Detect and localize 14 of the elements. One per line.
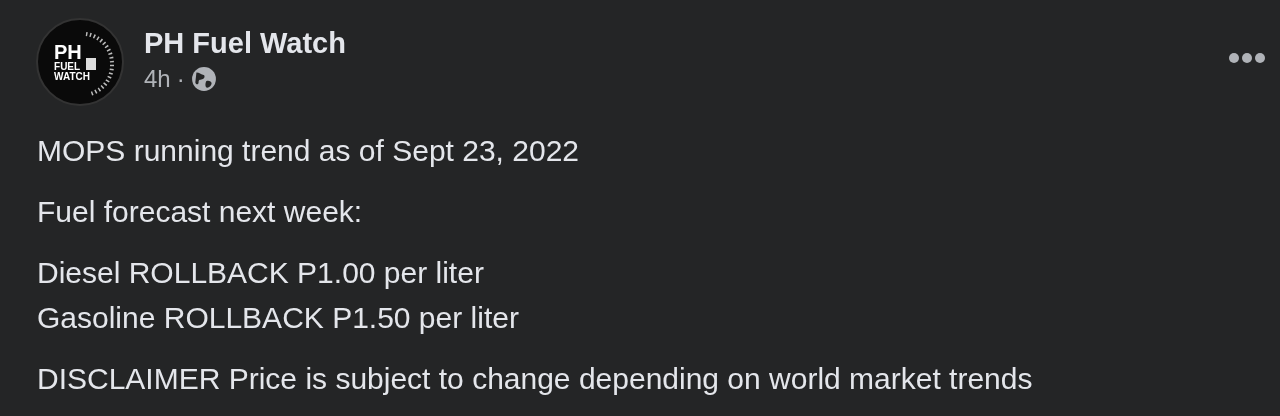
post-text: Diesel ROLLBACK P1.00 per liter [37, 255, 485, 291]
post-text: Gasoline ROLLBACK P1.50 per liter [37, 300, 520, 336]
logo-text: PH [54, 42, 82, 62]
post-text: DISCLAIMER Price is subject to change depending on world market trends [37, 361, 1034, 397]
post-text: MOPS running trend as of Sept 23, 2022 [37, 133, 580, 169]
post-time[interactable]: 4h [144, 63, 171, 95]
more-icon[interactable] [1228, 51, 1266, 65]
logo-text: WATCH [54, 72, 90, 82]
page-logo[interactable]: PH FUEL WATCH [36, 18, 124, 106]
author-name[interactable]: PH Fuel Watch [144, 25, 346, 61]
post-text: Fuel forecast next week: [37, 194, 364, 230]
globe-icon [190, 66, 217, 92]
logo-text: FUEL [54, 62, 81, 72]
separator: · [176, 64, 185, 94]
